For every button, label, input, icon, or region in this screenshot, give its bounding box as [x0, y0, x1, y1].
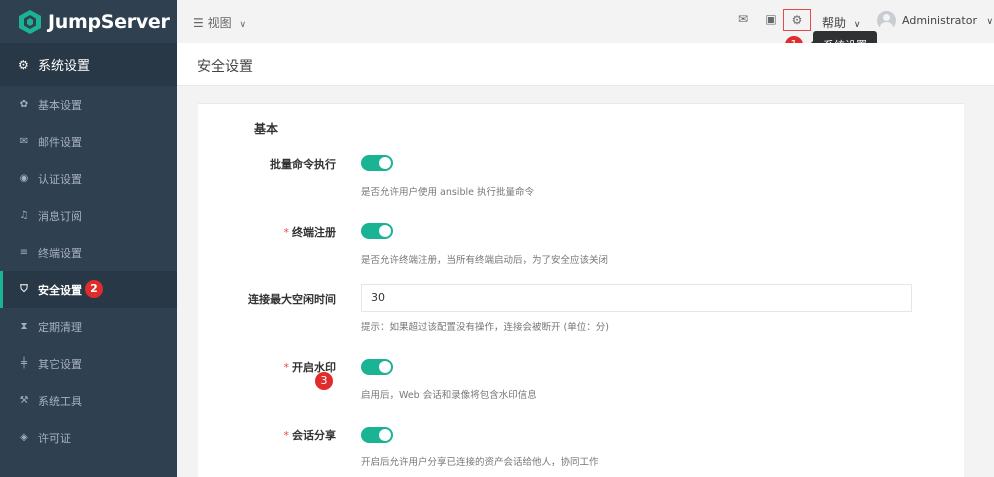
mail-icon[interactable]: ✉ — [736, 12, 750, 26]
required-mark: * — [283, 361, 290, 374]
hourglass-icon: ⧗ — [20, 321, 28, 332]
terminal-register-toggle[interactable] — [361, 223, 393, 239]
view-menu[interactable]: ☰ 视图 ∨ — [193, 14, 246, 31]
gear-icon: ⚙ — [791, 13, 803, 27]
mail-icon: ✉ — [19, 136, 29, 147]
sidebar-item-cleaning[interactable]: ⧗ 定期清理 — [0, 308, 177, 345]
sidebar-item-notifications[interactable]: ♫ 消息订阅 — [0, 197, 177, 234]
sidebar: JumpServer ⚙ 系统设置 ✿ 基本设置 ✉ 邮件设置 ◉ 认证设置 ♫… — [0, 0, 177, 477]
section-title: 基本 — [254, 122, 279, 136]
terminal-register-label: * 终端注册 — [284, 224, 337, 240]
gear-small-icon: ✿ — [19, 99, 29, 110]
list-icon: ≡ — [19, 247, 29, 258]
sidebar-item-label: 定期清理 — [38, 320, 82, 334]
sidebar-item-label: 消息订阅 — [38, 209, 82, 223]
session-share-toggle[interactable] — [361, 427, 393, 443]
label-text: 终端注册 — [292, 226, 336, 239]
session-share-label: * 会话分享 — [284, 427, 337, 443]
sidebar-item-security[interactable]: ⛉ 安全设置 2 — [0, 271, 177, 308]
label-text: 连接最大空闲时间 — [248, 293, 336, 306]
user-circle-icon: ◉ — [19, 173, 29, 184]
user-name: Administrator — [902, 14, 977, 27]
chevron-down-icon: ∨ — [986, 17, 994, 27]
avatar[interactable] — [877, 11, 896, 30]
batch-command-label: 批量命令执行 — [270, 156, 336, 172]
brand-name: JumpServer — [48, 10, 170, 33]
hamburger-icon: ☰ — [193, 16, 204, 30]
help-menu[interactable]: 帮助 ∨ — [822, 14, 860, 31]
sidebar-menu: ✿ 基本设置 ✉ 邮件设置 ◉ 认证设置 ♫ 消息订阅 ≡ 终端设置 ⛉ 安全设… — [0, 86, 177, 456]
sidebar-item-terminal[interactable]: ≡ 终端设置 — [0, 234, 177, 271]
idle-timeout-input[interactable]: 30 — [361, 284, 912, 312]
page-heading: 安全设置 — [177, 43, 994, 86]
settings-card: 基本 批量命令执行 是否允许用户使用 ansible 执行批量命令 * 终端注册 … — [198, 103, 964, 477]
shield-icon: ⛉ — [20, 284, 28, 295]
sidebar-item-other[interactable]: ╪ 其它设置 — [0, 345, 177, 382]
sidebar-item-label: 终端设置 — [38, 246, 82, 260]
sidebar-item-label: 基本设置 — [38, 98, 82, 112]
session-share-help: 开启后允许用户分享已连接的资产会话给他人，协同工作 — [361, 457, 599, 468]
sidebar-item-label: 安全设置 — [38, 283, 82, 297]
label-text: 批量命令执行 — [270, 158, 336, 171]
sidebar-item-label: 其它设置 — [38, 357, 82, 371]
terminal-icon[interactable]: ▣ — [764, 12, 778, 26]
required-mark: * — [283, 226, 290, 239]
sidebar-header-label: 系统设置 — [38, 59, 91, 74]
help-label: 帮助 — [822, 16, 847, 30]
idle-timeout-label: 连接最大空闲时间 — [248, 291, 336, 307]
sidebar-item-email[interactable]: ✉ 邮件设置 — [0, 123, 177, 160]
brand-logo[interactable]: JumpServer — [0, 0, 177, 43]
settings-button[interactable]: ⚙ — [783, 9, 811, 31]
user-menu[interactable]: Administrator ∨ — [902, 14, 993, 27]
watermark-help: 启用后，Web 会话和录像将包含水印信息 — [361, 390, 537, 401]
sidebar-item-label: 邮件设置 — [38, 135, 82, 149]
chevron-down-icon: ∨ — [853, 20, 861, 30]
batch-command-help: 是否允许用户使用 ansible 执行批量命令 — [361, 187, 534, 198]
label-text: 开启水印 — [292, 361, 336, 374]
bell-icon: ♫ — [19, 210, 29, 221]
idle-timeout-help: 提示：如果超过该配置没有操作，连接会被断开 (单位：分) — [361, 322, 609, 333]
sidebar-item-auth[interactable]: ◉ 认证设置 — [0, 160, 177, 197]
gear-icon: ⚙ — [18, 57, 29, 72]
signpost-icon: ╪ — [20, 358, 28, 369]
sidebar-item-label: 许可证 — [38, 431, 71, 445]
diamond-icon: ◈ — [20, 432, 28, 443]
view-label: 视图 — [207, 16, 232, 30]
page-title: 安全设置 — [197, 59, 253, 75]
sidebar-item-label: 认证设置 — [38, 172, 82, 186]
chevron-down-icon: ∨ — [239, 20, 247, 30]
sidebar-item-label: 系统工具 — [38, 394, 82, 408]
required-mark: * — [283, 429, 290, 442]
sidebar-header[interactable]: ⚙ 系统设置 — [0, 43, 177, 86]
sidebar-item-tools[interactable]: ⚒ 系统工具 — [0, 382, 177, 419]
label-text: 会话分享 — [292, 429, 336, 442]
jumpserver-logo-icon — [19, 9, 41, 34]
wrench-icon: ⚒ — [19, 395, 29, 406]
watermark-toggle[interactable] — [361, 359, 393, 375]
sidebar-item-basic[interactable]: ✿ 基本设置 — [0, 86, 177, 123]
terminal-register-help: 是否允许终端注册，当所有终端启动后，为了安全应该关闭 — [361, 255, 609, 266]
step-badge-3: 3 — [315, 372, 333, 390]
sidebar-item-license[interactable]: ◈ 许可证 — [0, 419, 177, 456]
batch-command-toggle[interactable] — [361, 155, 393, 171]
step-badge-2: 2 — [85, 280, 103, 298]
